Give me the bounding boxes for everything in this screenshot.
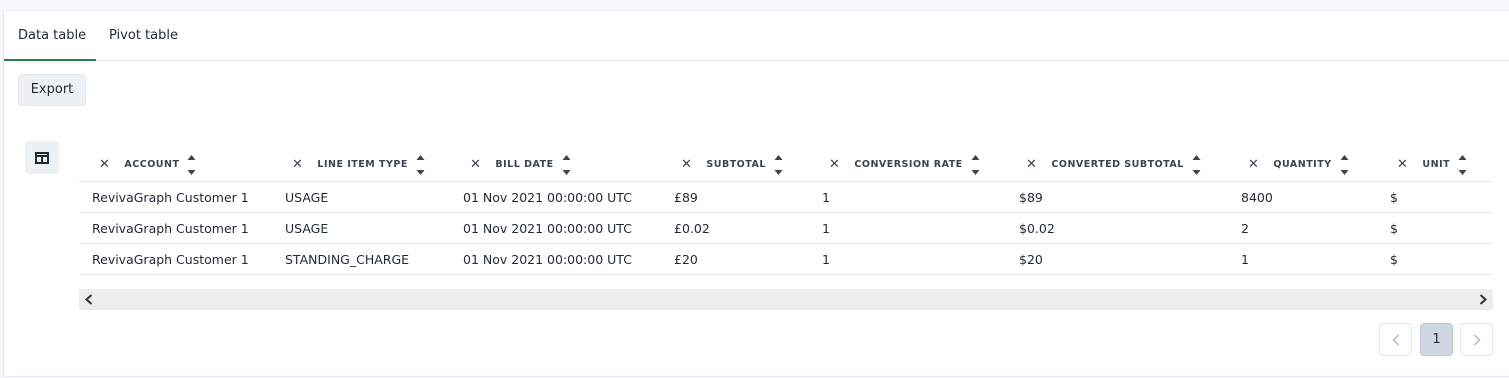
data-table-viewport: ✕ ACCOUNT ✕ LINE ITEM TYPE ✕ BILL DATE ✕ SUBTOT… — [79, 148, 1493, 275]
export-button[interactable]: Export — [18, 74, 86, 106]
table-cell: £89 — [661, 181, 809, 213]
column-header-label: CONVERTED SUBTOTAL — [1051, 159, 1184, 170]
remove-column-icon[interactable]: ✕ — [292, 158, 303, 171]
column-layout-button[interactable] — [25, 141, 59, 174]
table-row[interactable]: RevivaGraph Customer 1 USAGE 01 Nov 2021 0… — [79, 181, 1493, 213]
table-cell: $ — [1377, 181, 1493, 213]
table-cell: 2 — [1228, 212, 1377, 244]
tab-data-table[interactable]: Data table — [4, 11, 96, 61]
table-cell: $ — [1377, 212, 1493, 244]
column-header: ✕ UNIT — [1377, 148, 1493, 182]
remove-column-icon[interactable]: ✕ — [829, 158, 840, 171]
table-cell: STANDING_CHARGE — [272, 243, 450, 275]
remove-column-icon[interactable]: ✕ — [99, 158, 110, 171]
column-header: ✕ SUBTOTAL — [661, 148, 809, 182]
tab-pivot-table[interactable]: Pivot table — [109, 11, 178, 61]
sort-icon[interactable] — [187, 154, 196, 176]
chevron-right-icon — [1479, 294, 1487, 305]
sort-icon[interactable] — [774, 154, 783, 176]
table-cell: 01 Nov 2021 00:00:00 UTC — [450, 181, 661, 213]
table-cell: 01 Nov 2021 00:00:00 UTC — [450, 243, 661, 275]
column-header-label: QUANTITY — [1273, 159, 1332, 170]
table-body: RevivaGraph Customer 1 USAGE 01 Nov 2021 0… — [79, 181, 1493, 275]
chevron-left-icon — [1391, 333, 1399, 346]
table-cell: RevivaGraph Customer 1 — [79, 181, 272, 213]
column-header: ✕ LINE ITEM TYPE — [272, 148, 450, 182]
column-header: ✕ BILL DATE — [450, 148, 661, 182]
table-layout-icon — [35, 151, 49, 164]
table-cell: 01 Nov 2021 00:00:00 UTC — [450, 212, 661, 244]
column-header-label: CONVERSION RATE — [854, 159, 963, 170]
next-page-button[interactable] — [1460, 323, 1493, 356]
column-header: ✕ ACCOUNT — [79, 148, 272, 182]
data-panel: Data table Pivot table Export ✕ ACCOUNT ✕ L… — [3, 10, 1509, 377]
table-cell: £0.02 — [661, 212, 809, 244]
table-cell: RevivaGraph Customer 1 — [79, 243, 272, 275]
tab-bar: Data table Pivot table — [4, 11, 1509, 61]
table-header-row: ✕ ACCOUNT ✕ LINE ITEM TYPE ✕ BILL DATE ✕ SUBTOT… — [79, 148, 1493, 182]
sort-icon[interactable] — [562, 154, 571, 176]
previous-page-button[interactable] — [1379, 323, 1412, 356]
table-cell: $89 — [1006, 181, 1228, 213]
table-cell: $0.02 — [1006, 212, 1228, 244]
column-header: ✕ CONVERTED SUBTOTAL — [1006, 148, 1228, 182]
column-header: ✕ CONVERSION RATE — [809, 148, 1006, 182]
sort-icon[interactable] — [1458, 154, 1467, 176]
table-cell: 1 — [1228, 243, 1377, 275]
horizontal-scrollbar[interactable] — [79, 289, 1493, 310]
remove-column-icon[interactable]: ✕ — [681, 158, 692, 171]
sort-icon[interactable] — [1340, 154, 1349, 176]
column-header-label: LINE ITEM TYPE — [317, 159, 408, 170]
remove-column-icon[interactable]: ✕ — [1397, 158, 1408, 171]
sort-icon[interactable] — [1192, 154, 1201, 176]
table-cell: 8400 — [1228, 181, 1377, 213]
table-row[interactable]: RevivaGraph Customer 1 STANDING_CHARGE 01 … — [79, 243, 1493, 275]
remove-column-icon[interactable]: ✕ — [470, 158, 481, 171]
table-cell: 1 — [809, 243, 1006, 275]
table-cell: £20 — [661, 243, 809, 275]
table-cell: USAGE — [272, 181, 450, 213]
page-number-button[interactable]: 1 — [1420, 323, 1453, 356]
sort-icon[interactable] — [971, 154, 980, 176]
sort-icon[interactable] — [416, 154, 425, 176]
scroll-left-arrow[interactable] — [79, 289, 99, 310]
scroll-right-arrow[interactable] — [1473, 289, 1493, 310]
chevron-right-icon — [1473, 333, 1481, 346]
table-cell: $20 — [1006, 243, 1228, 275]
table-cell: RevivaGraph Customer 1 — [79, 212, 272, 244]
remove-column-icon[interactable]: ✕ — [1026, 158, 1037, 171]
column-header-label: UNIT — [1422, 159, 1451, 170]
table-cell: 1 — [809, 212, 1006, 244]
column-header-label: BILL DATE — [495, 159, 554, 170]
chevron-left-icon — [85, 294, 93, 305]
column-header-label: ACCOUNT — [124, 159, 180, 170]
remove-column-icon[interactable]: ✕ — [1248, 158, 1259, 171]
table-cell: $ — [1377, 243, 1493, 275]
column-header-label: SUBTOTAL — [706, 159, 766, 170]
data-table: ✕ ACCOUNT ✕ LINE ITEM TYPE ✕ BILL DATE ✕ SUBTOT… — [79, 148, 1493, 275]
column-header: ✕ QUANTITY — [1228, 148, 1377, 182]
table-cell: 1 — [809, 181, 1006, 213]
table-row[interactable]: RevivaGraph Customer 1 USAGE 01 Nov 2021 0… — [79, 212, 1493, 244]
table-cell: USAGE — [272, 212, 450, 244]
